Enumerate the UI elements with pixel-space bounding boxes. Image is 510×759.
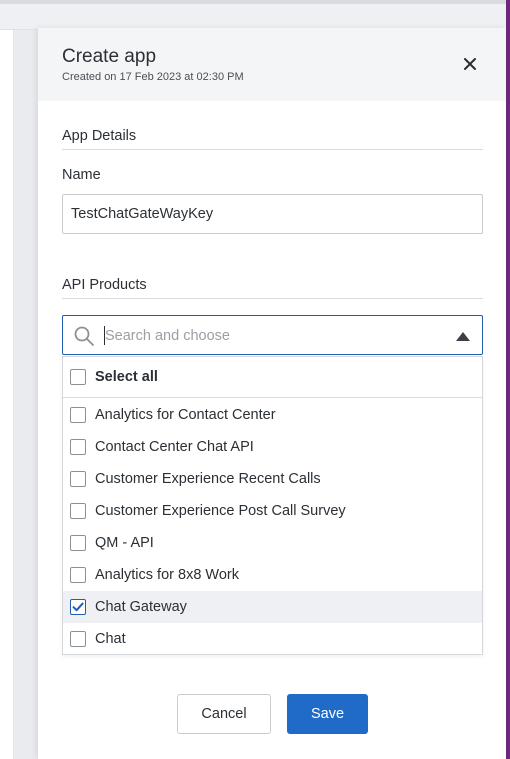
checkbox[interactable]: [70, 369, 86, 385]
product-option[interactable]: Chat Gateway: [63, 591, 482, 623]
product-search-box[interactable]: [62, 315, 483, 355]
cancel-button[interactable]: Cancel: [177, 694, 271, 734]
product-option[interactable]: Analytics for Contact Center: [63, 399, 482, 431]
checkbox[interactable]: [70, 535, 86, 551]
option-label: QM - API: [95, 535, 154, 551]
window-edge: [506, 0, 510, 759]
background-page: [0, 30, 14, 759]
option-label: Analytics for Contact Center: [95, 407, 276, 423]
product-option[interactable]: QM - API: [63, 527, 482, 559]
checkbox[interactable]: [70, 407, 86, 423]
option-label: Chat: [95, 631, 126, 647]
close-button[interactable]: [458, 52, 482, 76]
search-icon: [74, 326, 94, 346]
product-search-input[interactable]: [105, 324, 445, 348]
product-options-list: Select all Analytics for Contact Center C…: [62, 356, 483, 655]
close-icon: [464, 58, 476, 70]
product-option[interactable]: Analytics for 8x8 Work: [63, 559, 482, 591]
select-all-option[interactable]: Select all: [63, 361, 482, 393]
create-app-drawer: Create app Created on 17 Feb 2023 at 02:…: [38, 28, 506, 759]
option-label: Analytics for 8x8 Work: [95, 567, 239, 583]
checkbox[interactable]: [70, 503, 86, 519]
api-products-heading: API Products: [62, 277, 147, 293]
checkbox[interactable]: [70, 439, 86, 455]
app-name-input[interactable]: [62, 194, 483, 234]
save-button[interactable]: Save: [287, 694, 368, 734]
product-option[interactable]: Contact Center Chat API: [63, 431, 482, 463]
option-label: Select all: [95, 369, 158, 385]
checkbox[interactable]: [70, 631, 86, 647]
checkbox[interactable]: [70, 567, 86, 583]
created-timestamp: Created on 17 Feb 2023 at 02:30 PM: [62, 71, 244, 83]
product-option[interactable]: Customer Experience Recent Calls: [63, 463, 482, 495]
triangle-up-icon: [456, 332, 470, 341]
option-label: Customer Experience Recent Calls: [95, 471, 321, 487]
drawer-title: Create app: [62, 46, 157, 67]
dropdown-toggle[interactable]: [453, 326, 473, 346]
option-label: Chat Gateway: [95, 599, 187, 615]
checkbox-checked[interactable]: [70, 599, 86, 615]
checkmark-icon: [72, 602, 84, 612]
name-label: Name: [62, 167, 101, 183]
product-option[interactable]: Customer Experience Post Call Survey: [63, 495, 482, 527]
checkbox[interactable]: [70, 471, 86, 487]
section-divider: [62, 298, 483, 299]
option-label: Customer Experience Post Call Survey: [95, 503, 346, 519]
drawer-header: Create app Created on 17 Feb 2023 at 02:…: [38, 28, 506, 101]
option-label: Contact Center Chat API: [95, 439, 254, 455]
background-header: [0, 4, 510, 30]
list-divider: [63, 397, 482, 398]
section-divider: [62, 149, 483, 150]
app-details-heading: App Details: [62, 128, 137, 144]
product-option[interactable]: Chat: [63, 623, 482, 655]
